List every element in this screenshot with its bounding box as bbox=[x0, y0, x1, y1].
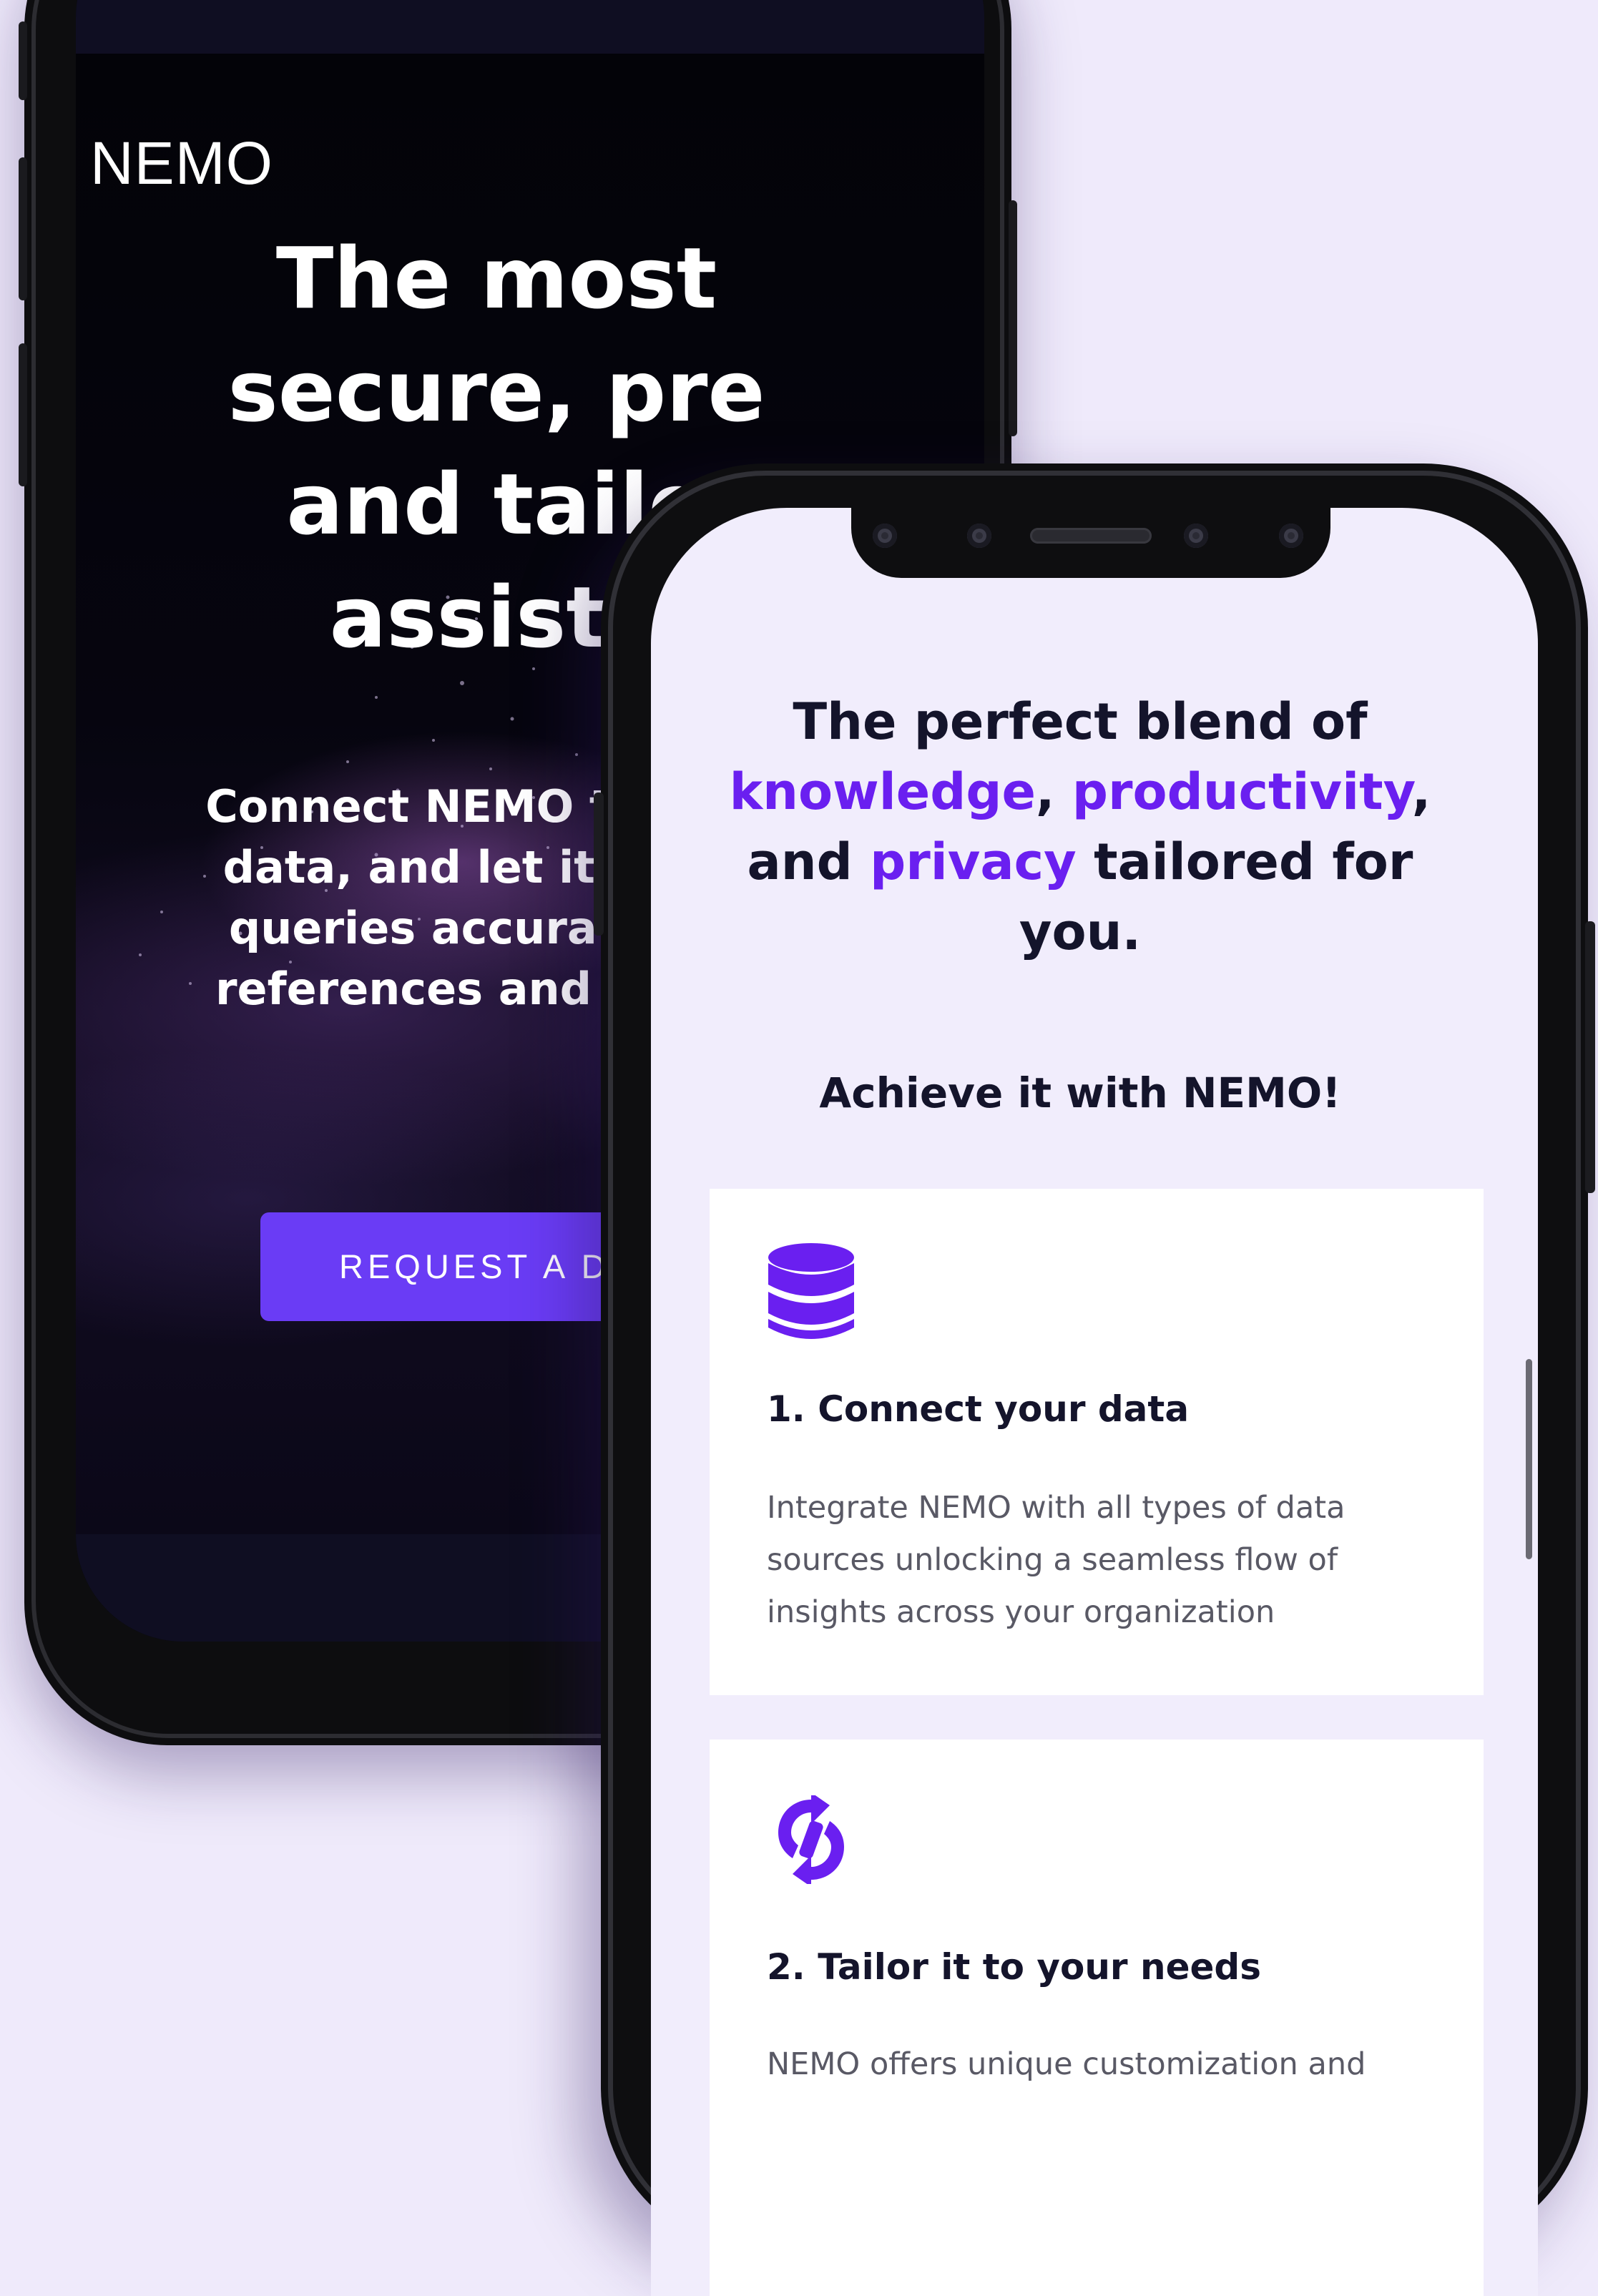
section-title-line: knowledge, productivity, bbox=[715, 757, 1445, 827]
status-bar-area bbox=[76, 0, 984, 54]
volume-up-button bbox=[19, 157, 27, 300]
keyword-privacy: privacy bbox=[870, 833, 1077, 891]
camera-lens-icon bbox=[873, 524, 897, 548]
title-text: and bbox=[747, 833, 871, 891]
title-separator: , bbox=[1411, 762, 1431, 821]
feature-title: 2. Tailor it to your needs bbox=[767, 1946, 1261, 1988]
mute-switch bbox=[19, 21, 27, 100]
front-phone-mockup: The perfect blend of knowledge, producti… bbox=[594, 463, 1595, 2296]
hero-title-line: secure, pre bbox=[227, 342, 765, 441]
title-text: you. bbox=[1019, 903, 1142, 961]
section-title-line: The perfect blend of bbox=[715, 687, 1445, 757]
hero-title-line: The most bbox=[275, 229, 717, 328]
feature-title: 1. Connect your data bbox=[767, 1388, 1190, 1430]
earpiece-speaker bbox=[1030, 528, 1152, 544]
camera-notch bbox=[851, 508, 1330, 578]
power-button bbox=[1585, 921, 1595, 1193]
section-title-line: and privacy tailored for bbox=[715, 827, 1445, 897]
power-button bbox=[1009, 200, 1017, 436]
database-icon bbox=[768, 1243, 854, 1339]
front-camera-icon bbox=[1184, 524, 1208, 548]
sensor-icon bbox=[967, 524, 991, 548]
section-title-line: you. bbox=[715, 897, 1445, 967]
scrollbar[interactable] bbox=[1526, 1359, 1532, 1559]
feature-description: Integrate NEMO with all types of data so… bbox=[767, 1490, 1345, 1630]
front-phone-screen: The perfect blend of knowledge, producti… bbox=[651, 508, 1538, 2296]
title-separator: , bbox=[1035, 762, 1072, 821]
section-title: The perfect blend of knowledge, producti… bbox=[715, 687, 1445, 967]
nemo-logo[interactable]: NEMO bbox=[90, 129, 273, 198]
sync-arrows-icon bbox=[778, 1795, 844, 1884]
title-text: The perfect blend of bbox=[793, 692, 1368, 751]
keyword-productivity: productivity bbox=[1072, 762, 1412, 821]
keyword-knowledge: knowledge bbox=[729, 762, 1036, 821]
title-text: tailored for bbox=[1076, 833, 1413, 891]
feature-card-tailor-needs: 2. Tailor it to your needs NEMO offers u… bbox=[710, 1740, 1484, 2296]
feature-card-connect-data: 1. Connect your data Integrate NEMO with… bbox=[710, 1189, 1484, 1695]
section-subtitle: Achieve it with NEMO! bbox=[819, 1069, 1341, 1117]
volume-button bbox=[594, 793, 604, 936]
proximity-sensor-icon bbox=[1279, 524, 1303, 548]
volume-down-button bbox=[19, 343, 27, 486]
feature-description: NEMO offers unique customization and bbox=[767, 2046, 1366, 2082]
